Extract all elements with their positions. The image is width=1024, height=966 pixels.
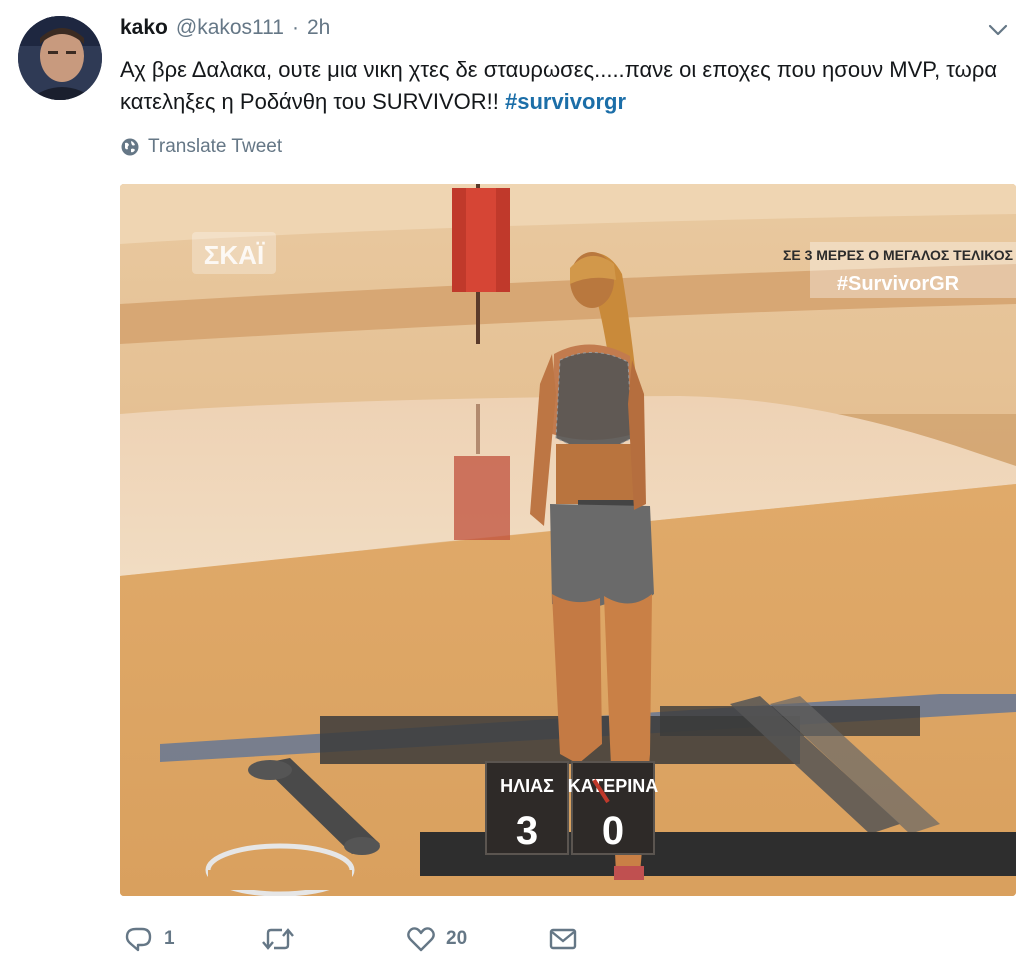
score-right-name: ΚΑΤΕΡΙΝΑ [568, 776, 659, 796]
globe-icon [121, 138, 139, 156]
header-separator: · [291, 16, 299, 39]
tweet-media-image[interactable]: ΣΚΑΪ ΣΕ 3 ΜΕΡΕΣ Ο ΜΕΓΑΛΟΣ ΤΕΛΙΚΟΣ #Survi… [120, 184, 1016, 896]
tweet-header: kako @kakos111 · 2h [120, 16, 330, 40]
reply-icon [125, 927, 152, 952]
scoreboard: ΗΛΙΑΣ ΚΑΤΕΡΙΝΑ 3 0 [485, 761, 659, 855]
translate-tweet-link[interactable]: Translate Tweet [120, 136, 282, 158]
display-name[interactable]: kako [120, 16, 168, 40]
score-left-value: 3 [516, 809, 538, 853]
envelope-icon [549, 928, 577, 950]
channel-logo: ΣΚΑΪ [204, 240, 265, 270]
broadcast-banner-line1: ΣΕ 3 ΜΕΡΕΣ Ο ΜΕΓΑΛΟΣ ΤΕΛΙΚΟΣ [783, 247, 1013, 263]
user-handle[interactable]: @kakos111 [176, 16, 284, 40]
reply-count: 1 [164, 928, 175, 949]
retweet-button[interactable] [260, 922, 306, 956]
retweet-icon [262, 928, 294, 950]
broadcast-banner-line2: #SurvivorGR [837, 273, 960, 295]
translate-label: Translate Tweet [148, 136, 283, 157]
tweet-text: Αχ βρε Δαλακα, ουτε μια νικη χτες δε στα… [120, 54, 1000, 118]
like-count: 20 [446, 928, 468, 949]
direct-message-button[interactable] [548, 922, 578, 956]
tweet: kako @kakos111 · 2h Αχ βρε Δαλακα, ουτε … [0, 0, 1024, 966]
tweet-actions: 1 20 [120, 922, 980, 956]
tweet-menu-button[interactable] [985, 20, 1011, 40]
reply-button[interactable]: 1 [124, 922, 175, 956]
survivor-scene: ΣΚΑΪ ΣΕ 3 ΜΕΡΕΣ Ο ΜΕΓΑΛΟΣ ΤΕΛΙΚΟΣ #Survi… [120, 184, 1016, 896]
avatar[interactable] [18, 16, 102, 100]
score-right-value: 0 [602, 809, 624, 853]
avatar-image [18, 16, 102, 100]
timestamp[interactable]: 2h [307, 16, 330, 40]
hashtag-link[interactable]: #survivorgr [505, 89, 626, 114]
heart-icon [407, 927, 435, 952]
chevron-down-icon [988, 24, 1008, 36]
like-button[interactable]: 20 [406, 922, 467, 956]
score-left-name: ΗΛΙΑΣ [500, 776, 554, 796]
